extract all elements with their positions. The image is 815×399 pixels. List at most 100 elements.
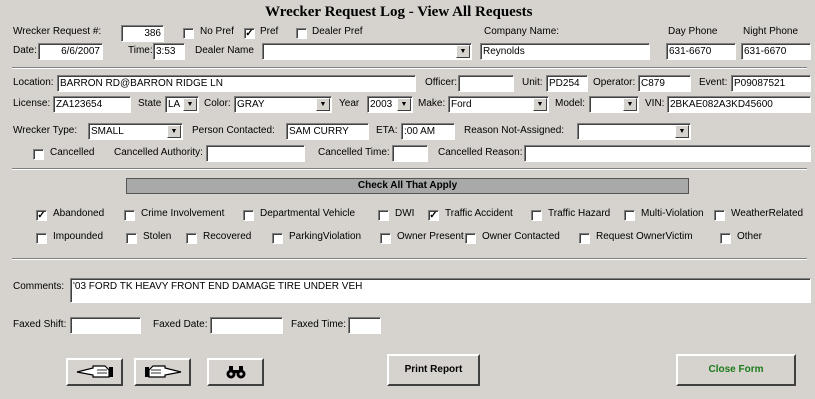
year-value: 2003: [370, 99, 393, 110]
checkbox-label: DWI: [395, 208, 415, 219]
checkbox[interactable]: [380, 233, 391, 244]
chevron-down-icon[interactable]: ▼: [533, 98, 547, 111]
faxed-time-field[interactable]: [348, 317, 381, 334]
officer-label: Officer:: [425, 77, 458, 88]
person-contacted-label: Person Contacted:: [192, 125, 275, 136]
state-label: State: [138, 98, 162, 109]
checkbox[interactable]: [126, 233, 137, 244]
unit-field[interactable]: PD254: [546, 75, 588, 92]
cancelled-time-field[interactable]: [392, 145, 428, 162]
checkbox-label: Traffic Hazard: [548, 208, 611, 219]
pref-checkbox[interactable]: ✓: [244, 28, 255, 39]
comments-field[interactable]: '03 FORD TK HEAVY FRONT END DAMAGE TIRE …: [70, 278, 811, 303]
eta-field[interactable]: :00 AM: [401, 123, 455, 140]
make-value: Ford: [451, 99, 472, 110]
date-field[interactable]: 6/6/2007: [38, 43, 103, 60]
no-pref-checkbox[interactable]: [183, 28, 194, 39]
chevron-down-icon[interactable]: ▼: [397, 98, 411, 111]
wrecker-type-select[interactable]: SMALL ▼: [88, 123, 183, 140]
checkbox-label: ParkingViolation: [289, 231, 362, 242]
event-label: Event:: [699, 77, 728, 88]
checkbox[interactable]: [720, 233, 731, 244]
company-name-field[interactable]: Reynolds: [480, 43, 650, 60]
checkbox-label: WeatherRelated: [731, 208, 804, 219]
checkbox[interactable]: [579, 233, 590, 244]
dealer-pref-checkbox[interactable]: [296, 28, 307, 39]
date-label: Date:: [13, 45, 37, 56]
chevron-down-icon[interactable]: ▼: [456, 45, 470, 58]
dealer-name-select[interactable]: ▼: [262, 43, 472, 60]
person-contacted-field[interactable]: SAM CURRY: [286, 123, 369, 140]
checkbox[interactable]: [624, 210, 635, 221]
request-number-field[interactable]: 386: [121, 25, 164, 42]
chevron-down-icon[interactable]: ▼: [316, 98, 330, 111]
faxed-shift-field[interactable]: [70, 317, 141, 334]
make-select[interactable]: Ford ▼: [448, 96, 549, 113]
checkbox-label: Crime Involvement: [141, 208, 225, 219]
year-select[interactable]: 2003 ▼: [367, 96, 413, 113]
form-title: Wrecker Request Log - View All Requests: [265, 4, 533, 20]
checkbox[interactable]: [272, 233, 283, 244]
binoculars-icon: [226, 366, 245, 379]
faxed-shift-label: Faxed Shift:: [13, 319, 67, 330]
operator-field[interactable]: C879: [638, 75, 691, 92]
faxed-date-label: Faxed Date:: [153, 319, 208, 330]
find-button[interactable]: [207, 358, 264, 386]
operator-label: Operator:: [593, 77, 636, 88]
cancelled-checkbox[interactable]: [33, 149, 44, 160]
pref-label: Pref: [260, 26, 279, 37]
vin-label: VIN:: [645, 98, 665, 109]
next-record-button[interactable]: [134, 358, 191, 386]
event-field[interactable]: P09087521: [731, 75, 811, 92]
location-field[interactable]: BARRON RD@BARRON RIDGE LN: [57, 75, 416, 92]
divider: [12, 67, 807, 69]
vin-field[interactable]: 2BKAE082A3KD45600: [667, 96, 811, 113]
day-phone-label: Day Phone: [668, 26, 718, 37]
reason-not-assigned-select[interactable]: ▼: [577, 123, 691, 140]
checkbox-label: Recovered: [203, 231, 252, 242]
checkbox[interactable]: [714, 210, 725, 221]
day-phone-field[interactable]: 631-6670: [666, 43, 736, 60]
checkbox[interactable]: ✓: [36, 210, 47, 221]
cancelled-authority-field[interactable]: [206, 145, 305, 162]
pointing-hand-left-icon: [76, 365, 113, 378]
color-value: GRAY: [237, 99, 265, 110]
checkbox[interactable]: [243, 210, 254, 221]
checkbox[interactable]: [124, 210, 135, 221]
chevron-down-icon[interactable]: ▼: [167, 125, 181, 138]
year-label: Year: [339, 98, 360, 109]
checkbox-label: Abandoned: [53, 208, 105, 219]
color-select[interactable]: GRAY ▼: [234, 96, 332, 113]
previous-record-button[interactable]: [66, 358, 123, 386]
checkbox[interactable]: [378, 210, 389, 221]
cancelled-reason-field[interactable]: [524, 145, 811, 162]
checkbox[interactable]: ✓: [428, 210, 439, 221]
checkbox-label: Departmental Vehicle: [260, 208, 356, 219]
checkbox[interactable]: [531, 210, 542, 221]
chevron-down-icon[interactable]: ▼: [623, 98, 637, 111]
license-field[interactable]: ZA123654: [53, 96, 131, 113]
time-field[interactable]: 3:53: [153, 43, 185, 60]
checkbox[interactable]: [36, 233, 47, 244]
checkbox[interactable]: [186, 233, 197, 244]
checkbox[interactable]: [465, 233, 476, 244]
chevron-down-icon[interactable]: ▼: [183, 98, 197, 111]
time-label: Time:: [128, 45, 153, 56]
unit-label: Unit:: [522, 77, 543, 88]
model-select[interactable]: ▼: [589, 96, 639, 113]
state-select[interactable]: LA ▼: [165, 96, 199, 113]
checkbox-label: Impounded: [53, 231, 104, 242]
night-phone-field[interactable]: 631-6670: [741, 43, 811, 60]
checkbox-label: Owner Present: [397, 231, 464, 242]
no-pref-label: No Pref: [200, 26, 234, 37]
cancelled-label: Cancelled: [50, 147, 95, 158]
close-form-button[interactable]: Close Form: [676, 354, 796, 386]
officer-field[interactable]: [458, 75, 514, 92]
make-label: Make:: [418, 98, 446, 109]
chevron-down-icon[interactable]: ▼: [675, 125, 689, 138]
print-report-button[interactable]: Print Report: [387, 354, 480, 386]
wrecker-type-value: SMALL: [91, 126, 124, 137]
reason-not-assigned-label: Reason Not-Assigned:: [464, 125, 565, 136]
faxed-date-field[interactable]: [210, 317, 283, 334]
faxed-time-label: Faxed Time:: [291, 319, 347, 330]
